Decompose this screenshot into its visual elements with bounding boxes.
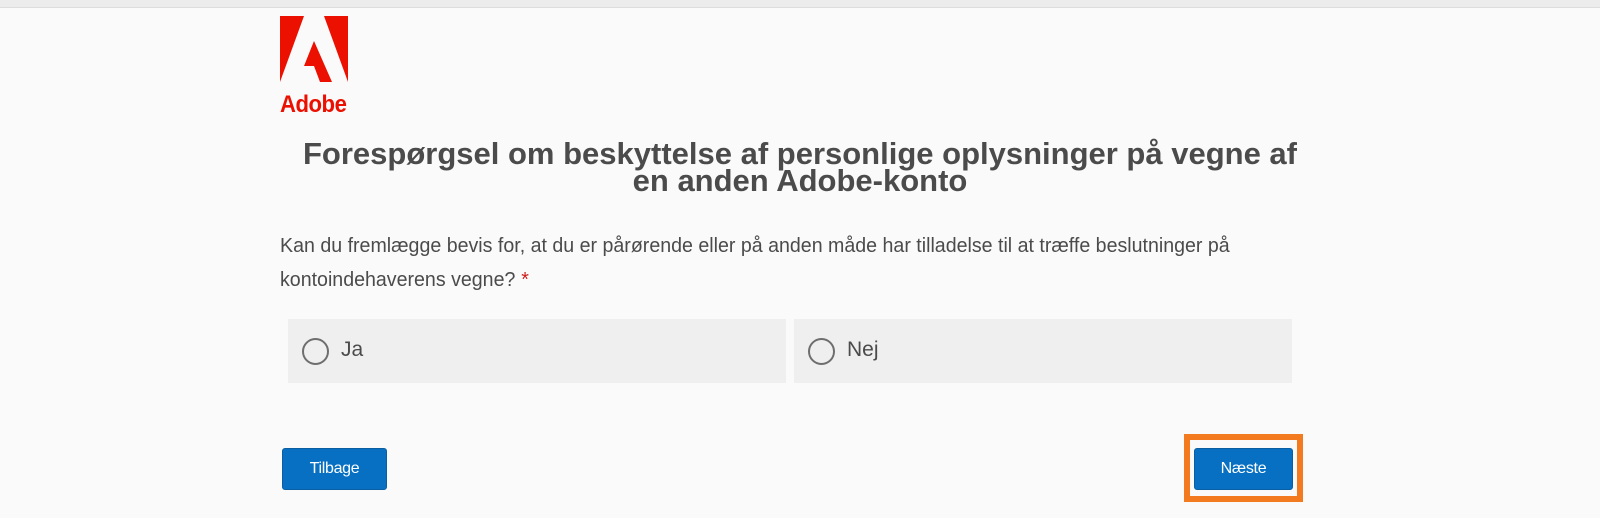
privacy-request-page: Adobe Forespørgsel om beskyttelse af per… (0, 8, 1600, 518)
option-nej[interactable]: Nej (794, 319, 1292, 383)
option-ja-label: Ja (341, 338, 364, 361)
radio-ja[interactable] (302, 338, 329, 365)
adobe-a-icon (280, 16, 348, 82)
adobe-logo: Adobe (280, 16, 348, 118)
browser-top-edge (0, 0, 1600, 8)
radio-nej[interactable] (808, 338, 835, 365)
option-nej-label: Nej (847, 338, 879, 361)
question-text: Kan du fremlægge bevis for, at du er pår… (280, 229, 1280, 297)
option-ja[interactable]: Ja (288, 319, 786, 383)
question-label: Kan du fremlægge bevis for, at du er pår… (280, 235, 1230, 291)
next-button[interactable]: Næste (1194, 448, 1293, 490)
adobe-wordmark: Adobe (280, 91, 347, 118)
back-button[interactable]: Tilbage (282, 448, 387, 490)
page-title: Forespørgsel om beskyttelse af personlig… (302, 136, 1297, 198)
required-asterisk: * (521, 269, 529, 291)
